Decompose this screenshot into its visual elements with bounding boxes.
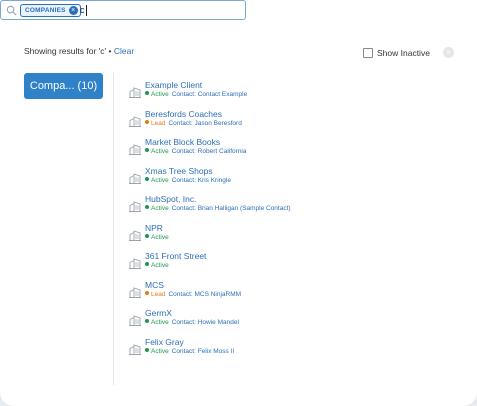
company-details: Lead Contact: Jason Beresford xyxy=(145,119,242,127)
company-details: Lead Contact: MCS NinjaRMM xyxy=(145,290,242,298)
status-label: Active xyxy=(151,233,169,241)
close-icon[interactable]: × xyxy=(443,47,454,58)
contact-label: Contact: Jason Beresford xyxy=(168,119,242,127)
building-icon xyxy=(129,256,141,269)
company-name[interactable]: NPR xyxy=(145,223,163,233)
search-icon xyxy=(6,5,17,16)
company-details: Active Contact: Brian Halligan (Sample Co… xyxy=(145,205,291,212)
remove-filter-icon[interactable]: × xyxy=(68,6,78,15)
status-dot-icon xyxy=(145,176,149,181)
search-results-panel: COMPANIES × c Showing results for 'c' • … xyxy=(0,0,477,406)
status-dot-icon xyxy=(145,262,149,266)
contact-label: Contact: Felix Moss II xyxy=(171,347,235,355)
company-details: Active Contact: Contact Example xyxy=(145,91,247,98)
status-dot-icon xyxy=(145,319,149,323)
status-dot-icon xyxy=(145,148,149,152)
company-name[interactable]: 361 Front Street xyxy=(145,251,206,261)
column-divider xyxy=(113,73,114,385)
contact-label: Contact: MCS NinjaRMM xyxy=(168,290,242,298)
contact-label: Contact: Brian Halligan (Sample Contact) xyxy=(171,205,291,212)
status-label: Active xyxy=(151,262,169,269)
company-details: Active xyxy=(145,233,169,241)
contact-label: Contact: Howie Mandel xyxy=(171,319,239,326)
company-name[interactable]: Beresfords Coaches xyxy=(145,109,222,119)
company-details: Active Contact: Howie Mandel xyxy=(145,319,239,326)
status-label: Active xyxy=(151,319,169,326)
text-cursor xyxy=(86,5,87,16)
company-name[interactable]: Felix Gray xyxy=(145,337,184,347)
status-label: Lead xyxy=(151,119,166,127)
search-bar[interactable]: COMPANIES × c xyxy=(0,0,246,20)
status-dot-icon xyxy=(145,290,149,295)
status-dot-icon xyxy=(145,205,149,209)
results-summary: Showing results for 'c' • Clear xyxy=(24,46,134,56)
show-inactive-checkbox[interactable] xyxy=(363,48,373,58)
status-label: Lead xyxy=(151,290,166,298)
show-inactive-toggle[interactable]: Show Inactive xyxy=(363,48,430,58)
company-name[interactable]: Market Block Books xyxy=(145,137,220,147)
status-label: Active xyxy=(151,205,169,212)
building-icon xyxy=(129,228,141,241)
category-companies-button[interactable]: Compa... (10) xyxy=(24,73,103,99)
status-label: Active xyxy=(151,91,169,98)
company-details: Active Contact: Felix Moss II xyxy=(145,347,235,355)
contact-label: Contact: Robert California xyxy=(171,148,247,155)
company-name[interactable]: GermX xyxy=(145,308,172,318)
building-icon xyxy=(129,171,141,184)
building-icon xyxy=(129,199,141,212)
status-dot-icon xyxy=(145,119,149,124)
company-details: Active Contact: Robert California xyxy=(145,148,247,155)
status-dot-icon xyxy=(145,347,149,352)
clear-link[interactable]: Clear xyxy=(114,46,134,56)
company-details: Active Contact: Kris Kringle xyxy=(145,176,231,184)
company-name[interactable]: HubSpot, Inc. xyxy=(145,194,197,204)
building-icon xyxy=(129,313,141,326)
search-input[interactable]: c xyxy=(80,5,85,15)
status-dot-icon xyxy=(145,233,149,238)
status-label: Active xyxy=(151,176,169,184)
status-label: Active xyxy=(151,347,169,355)
company-details: Active xyxy=(145,262,169,269)
status-dot-icon xyxy=(145,91,149,95)
building-icon xyxy=(129,342,141,355)
company-name[interactable]: Example Client xyxy=(145,80,202,90)
company-name[interactable]: MCS xyxy=(145,280,164,290)
building-icon xyxy=(129,285,141,298)
filter-chip-label: COMPANIES xyxy=(25,7,66,14)
show-inactive-label: Show Inactive xyxy=(377,48,430,58)
company-name[interactable]: Xmas Tree Shops xyxy=(145,166,213,176)
building-icon xyxy=(129,114,141,127)
filter-chip-companies[interactable]: COMPANIES × xyxy=(20,4,81,17)
building-icon xyxy=(129,142,141,155)
contact-label: Contact: Contact Example xyxy=(171,91,248,98)
contact-label: Contact: Kris Kringle xyxy=(171,176,231,184)
results-summary-text: Showing results for 'c' • xyxy=(24,46,114,56)
building-icon xyxy=(129,85,141,98)
status-label: Active xyxy=(151,148,169,155)
